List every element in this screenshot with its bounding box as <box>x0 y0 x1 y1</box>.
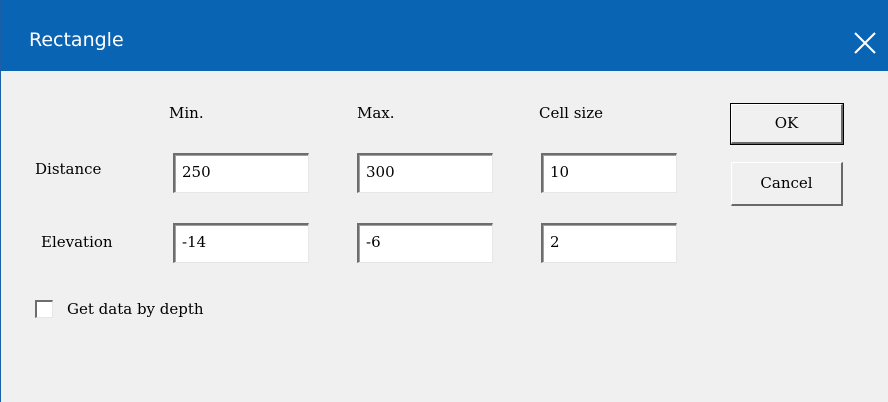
distance-label: Distance <box>35 160 102 178</box>
max-column-label: Max. <box>357 104 395 122</box>
get-data-by-depth-checkbox[interactable] <box>35 300 53 318</box>
close-icon[interactable] <box>853 31 877 55</box>
elevation-max-input[interactable] <box>359 225 486 259</box>
elevation-min-field[interactable] <box>173 223 309 263</box>
ok-button-label: OK <box>774 114 799 132</box>
cancel-button-label: Cancel <box>760 174 813 192</box>
distance-max-input[interactable] <box>359 155 486 189</box>
rectangle-dialog: Rectangle Min. Max. Cell size Distance E… <box>0 0 888 402</box>
cell-size-column-label: Cell size <box>539 104 603 122</box>
distance-cell-size-input[interactable] <box>543 155 670 189</box>
get-data-by-depth-label[interactable]: Get data by depth <box>67 300 204 318</box>
distance-max-field[interactable] <box>357 153 493 193</box>
elevation-min-input[interactable] <box>175 225 302 259</box>
cancel-button[interactable]: Cancel <box>731 162 843 206</box>
ok-button[interactable]: OK <box>730 103 844 145</box>
distance-min-input[interactable] <box>175 155 302 189</box>
title-bar[interactable]: Rectangle <box>1 0 888 71</box>
elevation-max-field[interactable] <box>357 223 493 263</box>
min-column-label: Min. <box>169 104 204 122</box>
distance-cell-size-field[interactable] <box>541 153 677 193</box>
distance-min-field[interactable] <box>173 153 309 193</box>
dialog-title: Rectangle <box>29 29 124 51</box>
elevation-label: Elevation <box>41 233 113 251</box>
elevation-cell-size-input[interactable] <box>543 225 670 259</box>
elevation-cell-size-field[interactable] <box>541 223 677 263</box>
